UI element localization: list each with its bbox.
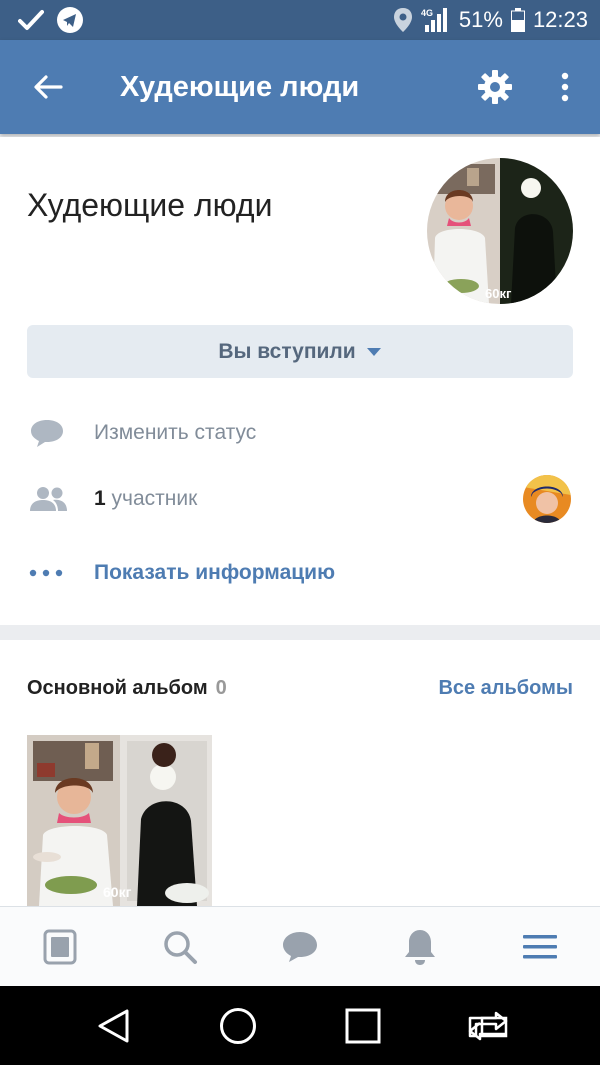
switch-app-icon <box>468 1011 507 1040</box>
album-title: Основной альбом <box>27 677 208 699</box>
group-header-card: Худеющие люди 60кг Вы вступили Изменить … <box>0 137 600 625</box>
members-label: участник <box>111 487 198 510</box>
tab-search[interactable] <box>120 907 240 987</box>
clock: 12:23 <box>532 7 588 32</box>
members-row[interactable]: 1 участник <box>0 469 600 529</box>
album-photo-thumbnail[interactable]: 60кг <box>27 735 212 906</box>
system-recents-button[interactable] <box>323 986 403 1065</box>
more-button[interactable] <box>530 40 600 134</box>
joined-label: Вы вступили <box>218 339 356 363</box>
system-back-button[interactable] <box>73 986 153 1065</box>
change-status-row[interactable]: Изменить статус <box>0 403 600 463</box>
show-info-label: Показать информацию <box>94 561 335 584</box>
notifications-icon <box>405 929 435 965</box>
more-horizontal-icon <box>29 569 63 577</box>
tab-news[interactable] <box>0 907 120 987</box>
tab-messages[interactable] <box>240 907 360 987</box>
group-name: Худеющие люди <box>27 187 273 223</box>
signal-icon: 4G <box>421 7 451 33</box>
system-switch-app-button[interactable] <box>448 986 528 1065</box>
svg-text:60кг: 60кг <box>485 286 512 301</box>
tab-menu[interactable] <box>480 907 600 987</box>
battery-icon <box>510 8 525 32</box>
system-home-button[interactable] <box>198 986 278 1065</box>
battery-percent: 51% <box>458 7 503 32</box>
svg-text:4G: 4G <box>421 8 433 18</box>
settings-button[interactable] <box>460 40 530 134</box>
svg-text:60кг: 60кг <box>103 884 132 900</box>
group-avatar[interactable]: 60кг <box>427 158 573 304</box>
location-icon <box>393 7 413 33</box>
telegram-icon <box>56 6 84 34</box>
caret-down-icon <box>366 347 381 356</box>
news-icon <box>43 929 77 964</box>
gear-icon <box>478 70 512 104</box>
tab-notifications[interactable] <box>360 907 480 987</box>
search-icon <box>164 930 197 964</box>
joined-dropdown-button[interactable]: Вы вступили <box>27 325 573 378</box>
menu-icon <box>523 934 557 958</box>
comment-icon <box>31 420 63 447</box>
arrow-left-icon <box>34 75 63 99</box>
album-title-row: Основной альбом 0 <box>27 677 227 700</box>
back-triangle-icon <box>98 1009 128 1042</box>
app-bar: Худеющие люди <box>0 40 600 134</box>
show-info-row[interactable]: Показать информацию <box>0 543 600 603</box>
member-avatar[interactable] <box>523 475 571 523</box>
recents-square-icon <box>345 1008 380 1043</box>
album-card: Основной альбом 0 Все альбомы 60кг <box>0 640 600 906</box>
users-icon <box>30 487 67 511</box>
members-count: 1 <box>94 487 106 510</box>
album-count: 0 <box>215 677 227 699</box>
screen: 4G 51% 12:23 Худеющие люди Худеющие люди… <box>0 0 600 1065</box>
all-albums-link[interactable]: Все альбомы <box>438 677 573 700</box>
check-icon <box>18 9 44 31</box>
more-vertical-icon <box>561 72 569 102</box>
back-button[interactable] <box>0 40 96 134</box>
system-navigation-bar <box>0 986 600 1065</box>
bottom-navigation <box>0 906 600 986</box>
home-circle-icon <box>219 1007 256 1044</box>
messages-icon <box>283 931 317 962</box>
status-bar: 4G 51% 12:23 <box>0 0 600 40</box>
change-status-label: Изменить статус <box>94 421 257 444</box>
app-bar-title: Худеющие люди <box>120 70 360 103</box>
